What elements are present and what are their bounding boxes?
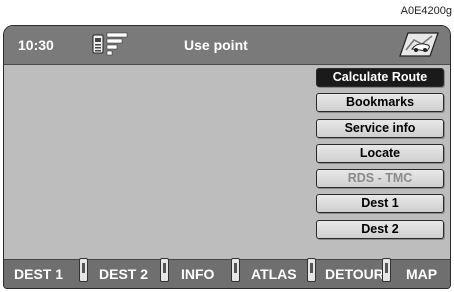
rds-tmc-button[interactable]: RDS - TMC (316, 169, 444, 189)
nav-screen: 10:30 Use point Calculate Route Bookmark… (3, 25, 451, 289)
softkey-divider-knob (382, 258, 391, 282)
context-menu: Calculate Route Bookmarks Service info L… (313, 68, 449, 245)
softkey-divider-knob (79, 258, 88, 282)
dest-2-button[interactable]: Dest 2 (316, 219, 444, 239)
bookmarks-button[interactable]: Bookmarks (316, 93, 444, 113)
softkey-bar: DEST 1 DEST 2 INFO ATLAS DETOUR MAP (4, 258, 450, 288)
dest-1-button[interactable]: Dest 1 (316, 194, 444, 214)
softkey-dest-1[interactable]: DEST 1 (14, 266, 63, 282)
clock: 10:30 (18, 37, 54, 53)
softkey-map[interactable]: MAP (406, 266, 437, 282)
softkey-info[interactable]: INFO (181, 266, 214, 282)
softkey-atlas[interactable]: ATLAS (251, 266, 297, 282)
softkey-divider-knob (231, 258, 240, 282)
title-bar: 10:30 Use point (4, 26, 450, 65)
calculate-route-button[interactable]: Calculate Route (316, 68, 444, 87)
softkey-divider-knob (160, 258, 169, 282)
softkey-divider-knob (307, 258, 316, 282)
figure-id: A0E4200g (400, 5, 452, 17)
phone-signal-icon (90, 31, 130, 62)
softkey-dest-2[interactable]: DEST 2 (99, 266, 148, 282)
locate-button[interactable]: Locate (316, 143, 444, 163)
softkey-detour[interactable]: DETOUR (325, 266, 384, 282)
screen-title: Use point (184, 37, 248, 53)
service-info-button[interactable]: Service info (316, 118, 444, 138)
map-car-icon (392, 30, 440, 65)
